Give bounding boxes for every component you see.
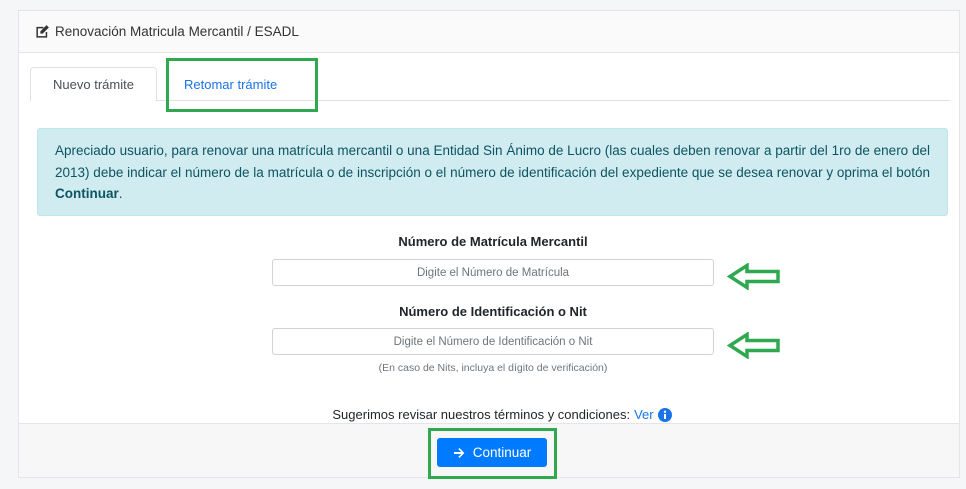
nit-label: Número de Identificación o Nit <box>399 304 587 319</box>
continue-button-label: Continuar <box>472 445 532 460</box>
nit-input[interactable] <box>272 328 714 355</box>
tab-nuevo-tramite[interactable]: Nuevo trámite <box>30 67 157 102</box>
annotation-left-arrow-icon <box>727 263 780 290</box>
continue-button[interactable]: Continuar <box>437 438 547 467</box>
info-circle-icon[interactable] <box>657 408 672 422</box>
terms-link[interactable]: Ver <box>634 406 654 424</box>
nit-help-text: (En caso de Nits, incluya el dígito de v… <box>378 362 608 374</box>
card-title: Renovación Matricula Mercantil / ESADL <box>55 24 299 39</box>
alert-text-end: . <box>118 186 123 201</box>
tab-bar: Nuevo trámite Retomar trámite <box>30 67 950 102</box>
matricula-input[interactable] <box>272 259 714 286</box>
edit-icon <box>34 24 50 40</box>
alert-text: Apreciado usuario, para renovar una matr… <box>55 143 930 180</box>
terms-text: Sugerimos revisar nuestros términos y co… <box>332 407 631 422</box>
card-header: Renovación Matricula Mercantil / ESADL <box>19 11 959 53</box>
tab-retomar-tramite[interactable]: Retomar trámite <box>168 67 310 102</box>
renewal-card: Renovación Matricula Mercantil / ESADL N… <box>18 10 960 479</box>
tab-label: Nuevo trámite <box>53 77 134 92</box>
tab-label: Retomar trámite <box>184 77 278 92</box>
matricula-label: Número de Matrícula Mercantil <box>398 234 588 249</box>
annotation-left-arrow-icon <box>727 332 780 359</box>
info-alert: Apreciado usuario, para renovar una matr… <box>37 128 948 216</box>
alert-bold-text: Continuar <box>55 186 119 201</box>
terms-line: Sugerimos revisar nuestros términos y co… <box>272 406 732 424</box>
arrow-right-icon <box>453 447 465 459</box>
page: Renovación Matricula Mercantil / ESADL N… <box>0 0 966 489</box>
